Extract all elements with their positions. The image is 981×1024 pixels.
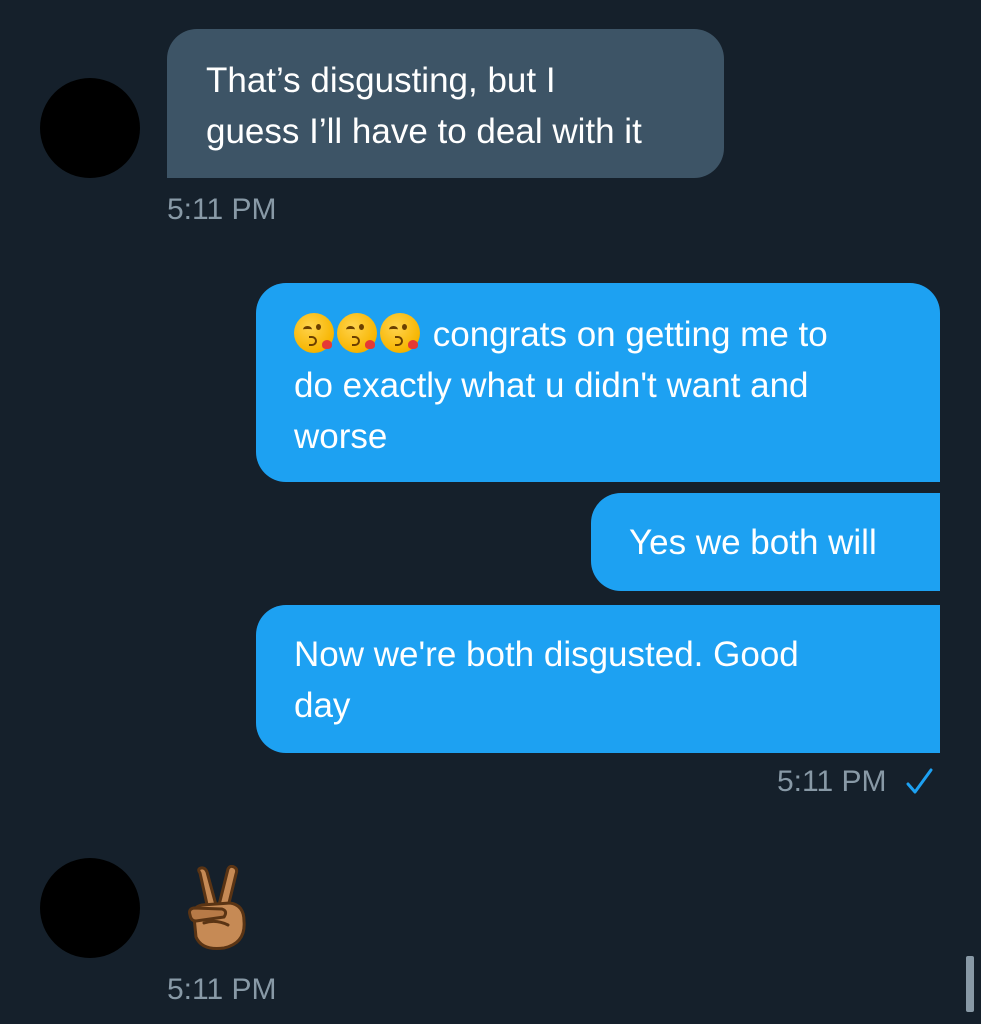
sent-message-bubble[interactable]: congrats on getting me to do exactly wha… [256, 283, 940, 482]
avatar[interactable] [40, 858, 140, 958]
message-text-line: Now we're both disgusted. Good [294, 635, 799, 674]
message-text-line: do exactly what u didn't want and [294, 366, 809, 405]
message-text-line: congrats on getting me to [294, 309, 920, 360]
kissing-face-emoji [337, 313, 377, 353]
message-timestamp: 5:11 PM [167, 193, 277, 226]
message-text-line: day [294, 686, 351, 725]
message-text: congrats on getting me to [432, 315, 828, 354]
message-text-line: That’s disgusting, but I [206, 61, 556, 100]
scrollbar[interactable] [966, 956, 974, 1012]
message-text-line: worse [294, 417, 388, 456]
message-timestamp: 5:11 PM [167, 973, 277, 1006]
sent-message-bubble[interactable]: Yes we both will [591, 493, 940, 591]
kissing-face-emoji [380, 313, 420, 353]
victory-hand-emoji[interactable] [186, 865, 248, 951]
message-text-line: guess I’ll have to deal with it [206, 112, 642, 151]
sent-message-bubble[interactable]: Now we're both disgusted. Good day [256, 605, 940, 753]
received-message-bubble[interactable]: That’s disgusting, but I guess I’ll have… [167, 29, 724, 178]
kissing-face-emoji [294, 313, 334, 353]
checkmark-icon [906, 768, 933, 794]
message-text: Yes we both will [629, 523, 877, 562]
avatar[interactable] [40, 78, 140, 178]
message-timestamp: 5:11 PM [777, 765, 887, 798]
